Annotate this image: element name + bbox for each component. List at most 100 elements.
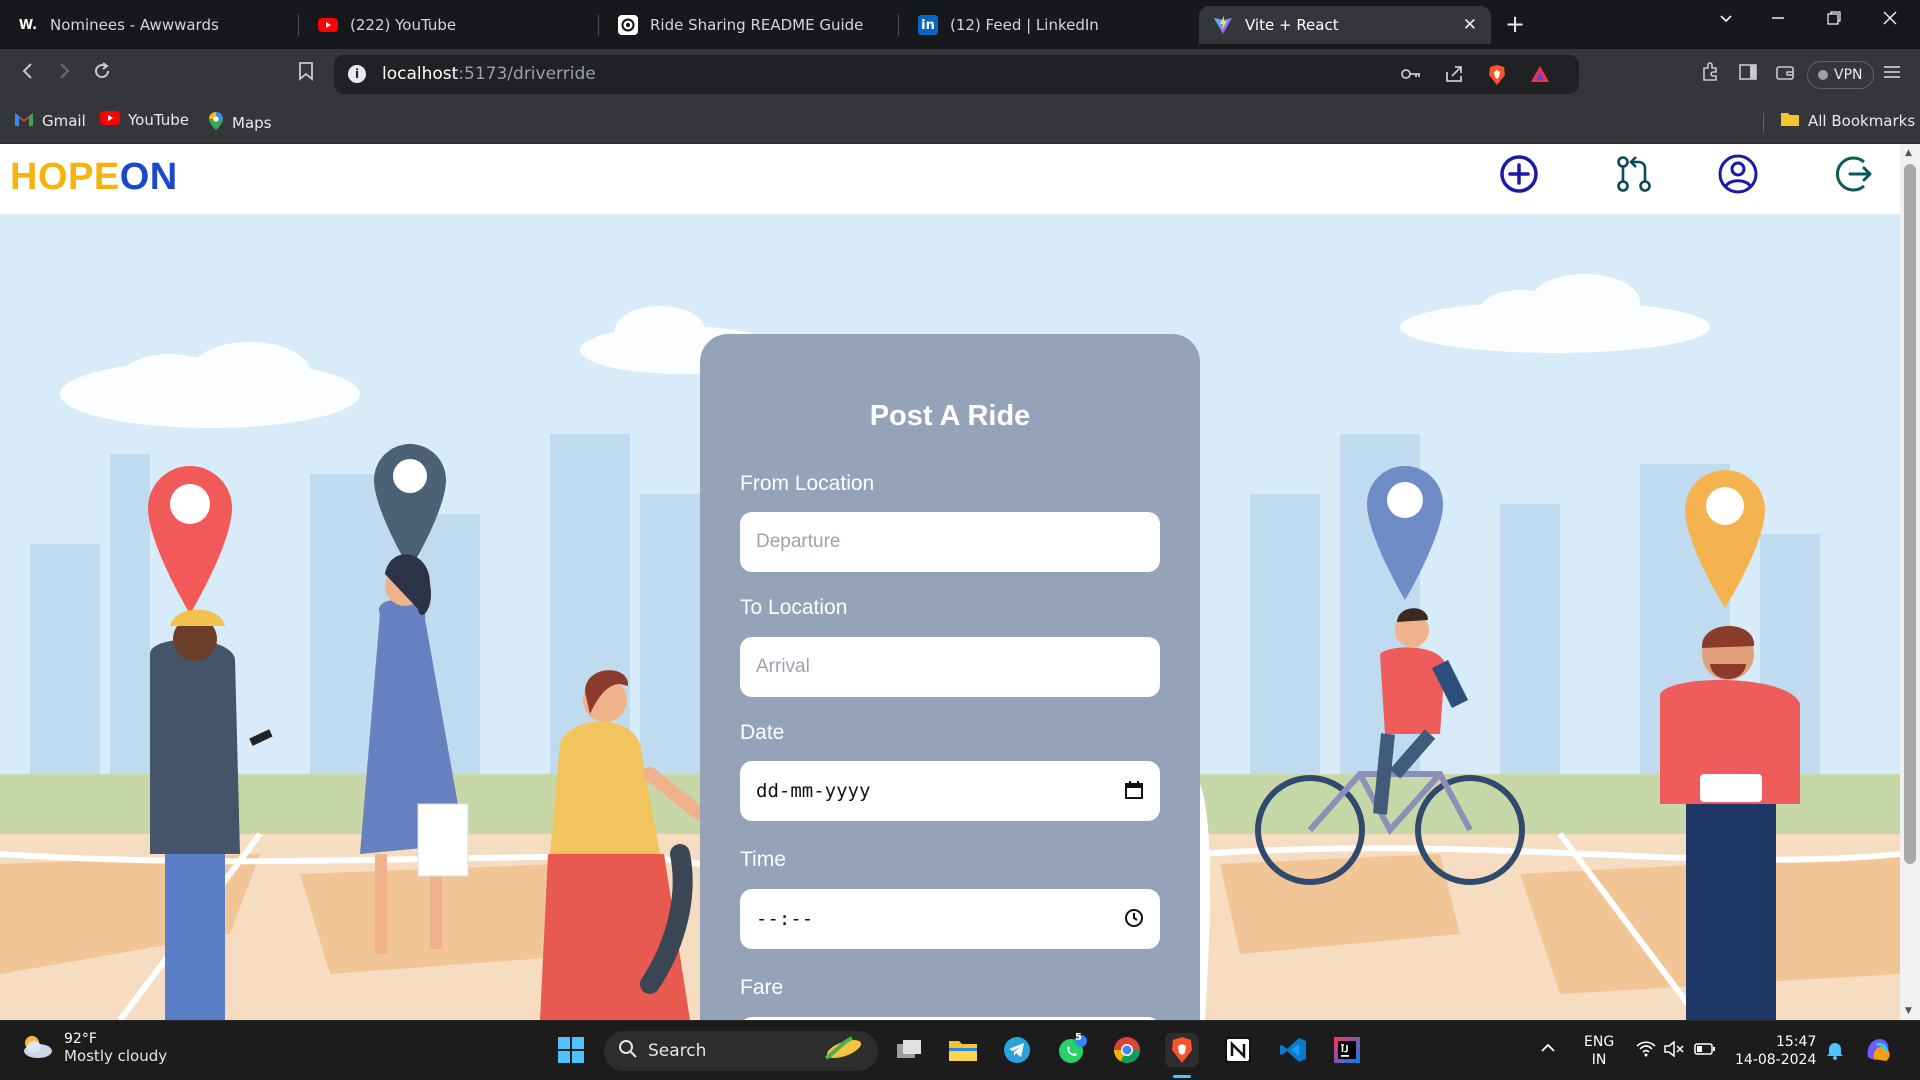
weather-widget[interactable]: 92°F Mostly cloudy	[20, 1031, 167, 1065]
task-view-icon[interactable]	[892, 1033, 926, 1067]
clock[interactable]: 15:47 14-08-2024	[1735, 1033, 1816, 1069]
page-viewport: HOPEON Post A Ride From Location Departu…	[0, 144, 1920, 1020]
logout-icon[interactable]	[1832, 152, 1876, 196]
show-hidden-icons-chevron[interactable]	[1540, 1041, 1556, 1059]
file-explorer-icon[interactable]	[946, 1033, 980, 1067]
bookmark-label: Gmail	[42, 112, 86, 130]
date-value: dd-mm-yyyy	[756, 780, 871, 802]
whatsapp-icon[interactable]: 5	[1055, 1032, 1089, 1067]
browser-tab-bar: W. Nominees - Awwwards (222) YouTube Rid…	[0, 0, 1920, 49]
notion-icon[interactable]	[1221, 1033, 1255, 1067]
scrollbar-thumb[interactable]	[1904, 164, 1916, 864]
site-logo[interactable]: HOPEON	[10, 156, 178, 199]
url-text[interactable]: localhost:5173/driverride	[382, 64, 596, 84]
brave-browser-icon[interactable]	[1165, 1033, 1199, 1067]
forward-button[interactable]	[54, 61, 74, 87]
tab-title: Vite + React	[1245, 16, 1339, 34]
close-tab-icon[interactable]: ✕	[1463, 15, 1477, 35]
muted-speaker-icon[interactable]	[1664, 1040, 1684, 1062]
scroll-up-icon[interactable]: ▲	[1905, 148, 1912, 158]
maps-icon	[208, 111, 224, 135]
search-label: Search	[648, 1041, 707, 1061]
close-window-button[interactable]	[1882, 10, 1898, 31]
clock-icon[interactable]	[1124, 908, 1144, 933]
tab-vite-react[interactable]: Vite + React ✕	[1199, 6, 1491, 44]
password-key-icon[interactable]	[1400, 64, 1422, 89]
all-bookmarks-button[interactable]: All Bookmarks	[1780, 111, 1915, 131]
taskbar-search[interactable]: Search	[604, 1031, 878, 1071]
minimize-button[interactable]	[1770, 10, 1786, 31]
temperature: 92°F	[64, 1031, 97, 1047]
brave-shields-icon[interactable]	[1487, 64, 1507, 91]
fare-label: Fare	[740, 976, 784, 999]
whatsapp-badge: 5	[1075, 1032, 1082, 1043]
git-pull-request-icon[interactable]	[1612, 152, 1656, 196]
tab-title: (222) YouTube	[350, 16, 457, 34]
time-value: --:--	[756, 908, 814, 930]
sidebar-toggle-icon[interactable]	[1738, 62, 1758, 87]
chatgpt-icon	[618, 15, 638, 35]
tab-linkedin[interactable]: in (12) Feed | LinkedIn	[904, 6, 1196, 44]
site-info-icon[interactable]: i	[348, 65, 366, 83]
restore-button[interactable]	[1826, 10, 1842, 31]
bookmark-gmail[interactable]: Gmail	[14, 111, 86, 131]
wallet-icon[interactable]	[1775, 62, 1795, 87]
youtube-icon	[100, 111, 120, 129]
user-circle-icon[interactable]	[1716, 152, 1760, 196]
bookmarks-bar: Gmail YouTube Maps All Bookmarks	[0, 101, 1920, 144]
telegram-icon[interactable]	[1000, 1033, 1034, 1067]
scroll-down-icon[interactable]: ▼	[1905, 1006, 1912, 1016]
page-scrollbar[interactable]: ▲ ▼	[1900, 144, 1920, 1020]
notification-bell-icon[interactable]	[1826, 1040, 1844, 1065]
browser-toolbar: i localhost:5173/driverride VPN	[0, 49, 1920, 101]
wifi-icon[interactable]	[1636, 1041, 1656, 1062]
time-input[interactable]: --:--	[740, 889, 1160, 949]
battery-icon[interactable]	[1694, 1042, 1716, 1061]
new-tab-button[interactable]: +	[1505, 10, 1525, 38]
extensions-icon[interactable]	[1700, 62, 1720, 87]
back-button[interactable]	[18, 61, 38, 87]
weather-condition: Mostly cloudy	[64, 1047, 168, 1065]
tab-search-chevron-icon[interactable]	[1718, 10, 1734, 31]
linkedin-icon: in	[918, 15, 938, 35]
brave-rewards-icon[interactable]	[1530, 64, 1550, 89]
intellij-icon[interactable]	[1330, 1033, 1364, 1067]
post-ride-form: Post A Ride From Location To Location Da…	[700, 334, 1200, 1020]
clock-time: 15:47	[1776, 1034, 1817, 1050]
tab-youtube[interactable]: (222) YouTube	[304, 6, 596, 44]
to-location-input[interactable]	[740, 637, 1160, 697]
windows-taskbar: 92°F Mostly cloudy Search 5 ENG IN 15:47…	[0, 1020, 1920, 1080]
vpn-button[interactable]: VPN	[1807, 61, 1874, 89]
add-circle-icon[interactable]	[1497, 152, 1541, 196]
menu-icon[interactable]	[1882, 62, 1902, 87]
vscode-icon[interactable]	[1276, 1033, 1310, 1067]
address-bar[interactable]: i localhost:5173/driverride	[334, 55, 1579, 94]
tab-title: Ride Sharing README Guide	[650, 16, 864, 34]
tab-readme-guide[interactable]: Ride Sharing README Guide	[604, 6, 896, 44]
bookmark-maps[interactable]: Maps	[208, 111, 271, 135]
search-icon	[618, 1039, 638, 1064]
calendar-icon[interactable]	[1124, 780, 1144, 805]
date-input[interactable]: dd-mm-yyyy	[740, 761, 1160, 821]
clock-date: 14-08-2024	[1735, 1052, 1817, 1068]
date-label: Date	[740, 721, 785, 744]
windows-start-icon[interactable]	[554, 1033, 588, 1067]
vpn-status-icon	[1818, 70, 1828, 80]
from-location-input[interactable]	[740, 512, 1160, 572]
tab-awwwards[interactable]: W. Nominees - Awwwards	[4, 6, 296, 44]
bookmark-label: Maps	[232, 114, 272, 132]
awwwards-icon: W.	[18, 17, 38, 33]
all-bookmarks-label: All Bookmarks	[1808, 112, 1916, 130]
youtube-icon	[318, 15, 338, 35]
cloudy-weather-icon	[20, 1033, 54, 1063]
reload-button[interactable]	[92, 61, 112, 87]
time-label: Time	[740, 848, 786, 871]
share-icon[interactable]	[1444, 64, 1464, 89]
bookmark-page-icon[interactable]	[297, 61, 315, 87]
bookmark-youtube[interactable]: YouTube	[100, 111, 189, 129]
copilot-icon[interactable]	[1864, 1037, 1894, 1068]
language-indicator[interactable]: ENG IN	[1584, 1033, 1614, 1069]
chrome-icon[interactable]	[1110, 1033, 1144, 1067]
hero-illustration: Post A Ride From Location To Location Da…	[0, 214, 1900, 1020]
tab-title: Nominees - Awwwards	[50, 16, 219, 34]
